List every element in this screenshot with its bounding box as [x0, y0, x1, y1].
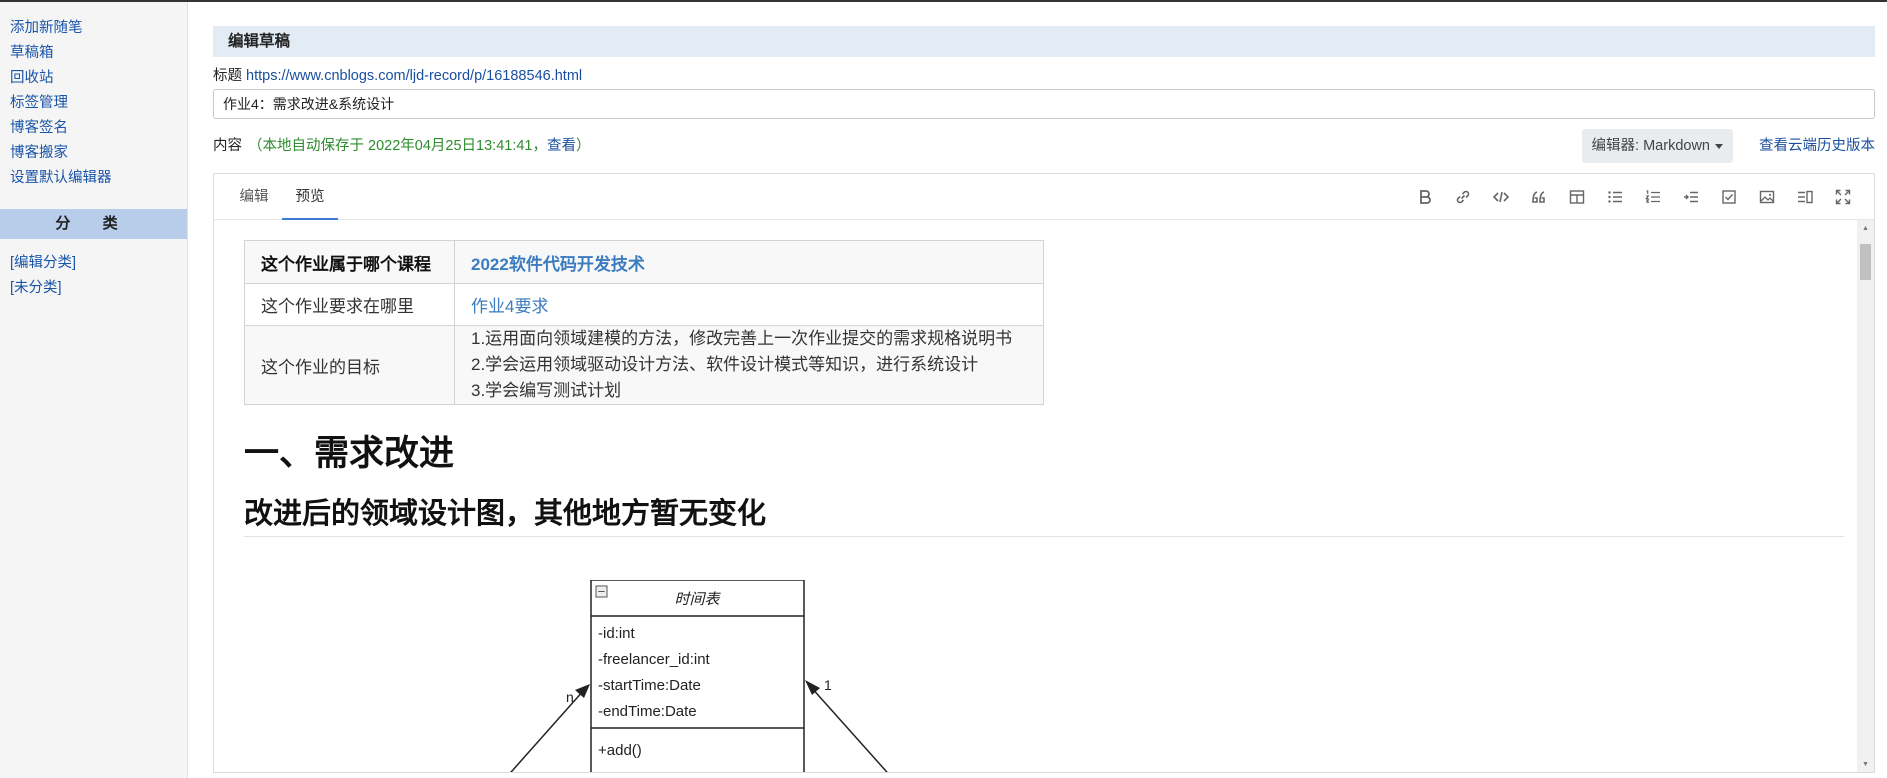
page-title: 编辑草稿	[213, 26, 1875, 57]
sidebar-item-add-post[interactable]: 添加新随笔	[0, 16, 187, 41]
sidebar-item-default-editor[interactable]: 设置默认编辑器	[0, 166, 187, 191]
table-cell-label: 这个作业要求在哪里	[244, 283, 455, 326]
title-label: 标题	[213, 68, 242, 84]
autosave-view-link[interactable]: 查看	[547, 138, 576, 154]
scroll-up-icon[interactable]: ▲	[1857, 222, 1874, 236]
table-cell-label: 这个作业的目标	[244, 325, 455, 405]
table-row: 这个作业的目标 1.运用面向领域建模的方法，修改完善上一次作业提交的需求规格说明…	[244, 325, 1044, 405]
arrowhead-right-icon	[805, 680, 820, 695]
title-row: 标题 https://www.cnblogs.com/ljd-record/p/…	[213, 66, 1875, 86]
preview-scrollbar[interactable]: ▲ ▼	[1857, 220, 1874, 772]
markdown-editor: 编辑 预览 这个作业属于哪个课程 2022软件代码开发技术 这个作业要求在哪里 …	[213, 173, 1875, 773]
code-icon[interactable]	[1482, 185, 1520, 209]
multiplicity-left: n	[566, 689, 574, 705]
indent-icon[interactable]	[1672, 185, 1710, 209]
unordered-list-icon[interactable]	[1596, 185, 1634, 209]
format-tools	[1406, 185, 1862, 209]
split-view-icon[interactable]	[1786, 185, 1824, 209]
editor-toolbar: 编辑 预览	[214, 174, 1874, 220]
caret-down-icon	[1715, 143, 1723, 149]
sidebar-nav: 添加新随笔 草稿箱 回收站 标签管理 博客签名 博客搬家 设置默认编辑器	[0, 2, 187, 191]
table-cell-value: 1.运用面向领域建模的方法，修改完善上一次作业提交的需求规格说明书 2.学会运用…	[454, 325, 1044, 405]
category-uncategorized-link[interactable]: [未分类]	[0, 276, 187, 301]
editor-select-dropdown[interactable]: 编辑器: Markdown	[1581, 129, 1733, 163]
category-edit-link[interactable]: [编辑分类]	[0, 251, 187, 276]
fullscreen-icon[interactable]	[1824, 185, 1862, 209]
table-row: 这个作业属于哪个课程 2022软件代码开发技术	[244, 240, 1044, 284]
uml-attribute: -freelancer_id:int	[598, 651, 711, 668]
sidebar-item-tag-management[interactable]: 标签管理	[0, 91, 187, 116]
scrollbar-thumb[interactable]	[1860, 244, 1871, 280]
uml-attribute: -startTime:Date	[598, 677, 701, 694]
preview-content: 这个作业属于哪个课程 2022软件代码开发技术 这个作业要求在哪里 作业4要求 …	[244, 240, 1844, 772]
uml-diagram-svg: − 时间表 -id:int -freelancer_id:int -startT…	[510, 580, 888, 772]
post-url-link[interactable]: https://www.cnblogs.com/ljd-record/p/161…	[246, 68, 582, 84]
bold-icon[interactable]	[1406, 185, 1444, 209]
autosave-suffix: ）	[575, 138, 591, 154]
sidebar-item-recycle-bin[interactable]: 回收站	[0, 66, 187, 91]
table-icon[interactable]	[1558, 185, 1596, 209]
heading-1: 一、需求改进	[244, 434, 455, 473]
content-row: 内容 （本地自动保存于 2022年04月25日13:41:41，查看） 编辑器: …	[213, 129, 1875, 163]
title-input[interactable]: 作业4：需求改进&系统设计	[213, 89, 1875, 119]
table-cell-label: 这个作业属于哪个课程	[244, 240, 455, 284]
quote-icon[interactable]	[1520, 185, 1558, 209]
ordered-list-icon[interactable]	[1634, 185, 1672, 209]
scroll-down-icon[interactable]: ▼	[1857, 758, 1874, 772]
association-line-right	[809, 685, 888, 772]
link-icon[interactable]	[1444, 185, 1482, 209]
main-panel: 编辑草稿 标题 https://www.cnblogs.com/ljd-reco…	[213, 2, 1875, 773]
uml-class-name: 时间表	[674, 590, 721, 608]
checkbox-icon[interactable]	[1710, 185, 1748, 209]
autosave-text: （本地自动保存于 2022年04月25日13:41:41，	[248, 138, 547, 154]
arrowhead-left-icon	[575, 684, 590, 698]
sidebar-item-blog-signature[interactable]: 博客签名	[0, 116, 187, 141]
sidebar: 添加新随笔 草稿箱 回收站 标签管理 博客签名 博客搬家 设置默认编辑器 分 类…	[0, 2, 188, 778]
tab-preview[interactable]: 预览	[282, 174, 338, 220]
uml-attribute: -id:int	[598, 625, 636, 642]
table-row: 这个作业要求在哪里 作业4要求	[244, 283, 1044, 326]
requirement-link[interactable]: 作业4要求	[471, 297, 548, 316]
course-link[interactable]: 2022软件代码开发技术	[471, 255, 645, 274]
assignment-info-table: 这个作业属于哪个课程 2022软件代码开发技术 这个作业要求在哪里 作业4要求 …	[244, 240, 1044, 405]
uml-method: +add()	[598, 742, 642, 759]
table-cell-value: 2022软件代码开发技术	[454, 240, 1044, 284]
goal-line: 3.学会编写测试计划	[471, 381, 622, 400]
table-cell-value: 作业4要求	[454, 283, 1044, 326]
domain-diagram: − 时间表 -id:int -freelancer_id:int -startT…	[244, 580, 1444, 772]
multiplicity-right: 1	[824, 677, 832, 693]
collapse-symbol: −	[597, 587, 605, 598]
uml-attribute: -endTime:Date	[598, 703, 697, 720]
preview-pane: 这个作业属于哪个课程 2022软件代码开发技术 这个作业要求在哪里 作业4要求 …	[214, 220, 1874, 772]
category-list: [编辑分类] [未分类]	[0, 239, 187, 301]
image-icon[interactable]	[1748, 185, 1786, 209]
autosave-status: （本地自动保存于 2022年04月25日13:41:41，查看）	[248, 138, 590, 154]
tab-edit[interactable]: 编辑	[228, 174, 280, 220]
cloud-history-link[interactable]: 查看云端历史版本	[1759, 129, 1875, 163]
category-heading: 分 类	[0, 209, 187, 239]
goal-line: 2.学会运用领域驱动设计方法、软件设计模式等知识，进行系统设计	[471, 355, 979, 374]
goal-line: 1.运用面向领域建模的方法，修改完善上一次作业提交的需求规格说明书	[471, 329, 1013, 348]
editor-select-label: 编辑器: Markdown	[1591, 138, 1710, 154]
heading-2: 改进后的领域设计图，其他地方暂无变化	[244, 493, 1844, 537]
sidebar-item-blog-migration[interactable]: 博客搬家	[0, 141, 187, 166]
content-label: 内容	[213, 138, 242, 154]
sidebar-item-drafts[interactable]: 草稿箱	[0, 41, 187, 66]
